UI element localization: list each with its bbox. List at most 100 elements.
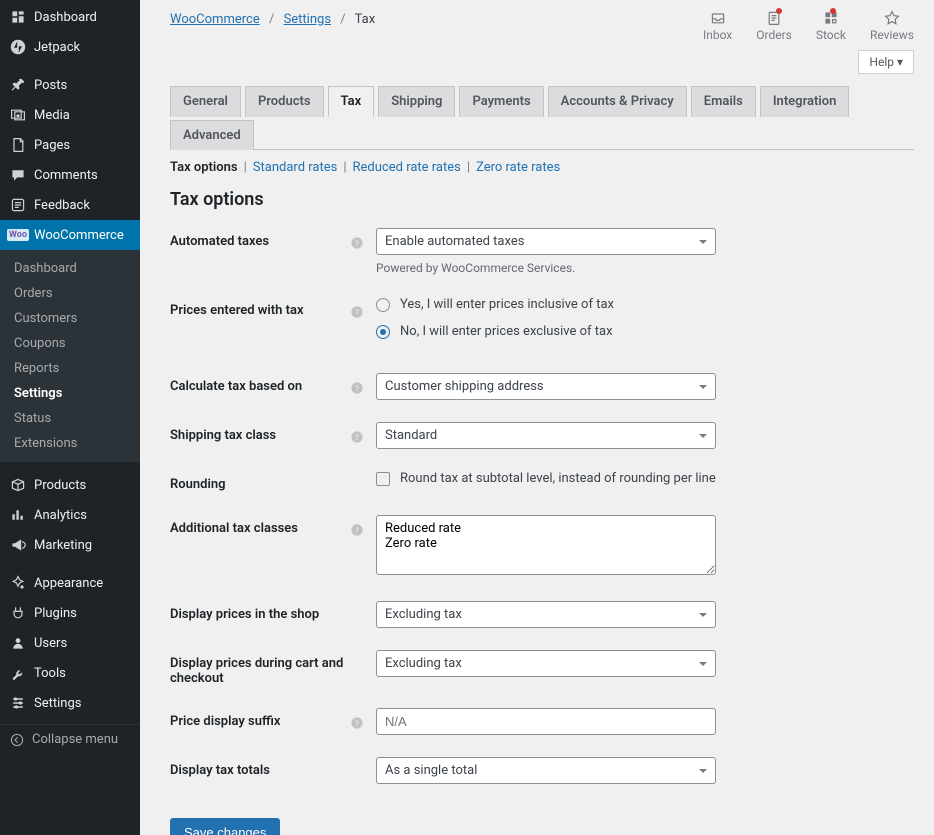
sidebar-item-woocommerce[interactable]: WooWooCommerce [0, 220, 140, 250]
sidebar-item-users[interactable]: Users [0, 628, 140, 658]
sidebar-item-comments[interactable]: Comments [0, 160, 140, 190]
sidebar-item-appearance[interactable]: Appearance [0, 568, 140, 598]
radio-exclusive[interactable]: No, I will enter prices exclusive of tax [376, 324, 716, 339]
tab-accounts-privacy[interactable]: Accounts & Privacy [548, 86, 687, 117]
collapse-menu[interactable]: Collapse menu [0, 724, 140, 754]
dashboard-icon [10, 9, 26, 25]
sidebar-item-feedback[interactable]: Feedback [0, 190, 140, 220]
breadcrumb-settings[interactable]: Settings [284, 12, 331, 27]
svg-text:?: ? [355, 433, 359, 442]
settings-tabs: GeneralProductsTaxShippingPaymentsAccoun… [170, 86, 914, 150]
marketing-icon [10, 537, 26, 553]
sidebar-item-tools[interactable]: Tools [0, 658, 140, 688]
topbar-inbox[interactable]: Inbox [703, 10, 732, 42]
sidebar-sub-customers[interactable]: Customers [0, 306, 140, 331]
help-icon[interactable]: ? [350, 430, 364, 444]
label-display-tax-totals: Display tax totals [170, 757, 350, 778]
sidebar-item-products[interactable]: Products [0, 470, 140, 500]
display-shop-select[interactable]: Excluding tax [376, 601, 716, 628]
tab-payments[interactable]: Payments [459, 86, 543, 117]
tab-integration[interactable]: Integration [760, 86, 850, 117]
sidebar-item-analytics[interactable]: Analytics [0, 500, 140, 530]
svg-text:?: ? [355, 308, 359, 317]
sidebar-sub-settings[interactable]: Settings [0, 381, 140, 406]
help-tab[interactable]: Help ▾ [858, 50, 914, 74]
svg-text:?: ? [355, 526, 359, 535]
sidebar-item-dashboard[interactable]: Dashboard [0, 2, 140, 32]
tab-products[interactable]: Products [245, 86, 324, 117]
tab-emails[interactable]: Emails [691, 86, 756, 117]
breadcrumb-woocommerce[interactable]: WooCommerce [170, 12, 260, 27]
plugins-icon [10, 605, 26, 621]
sidebar-item-settings[interactable]: Settings [0, 688, 140, 718]
sidebar-item-label: Appearance [34, 576, 103, 591]
label-prices-entered: Prices entered with tax [170, 297, 350, 318]
automated-taxes-select[interactable]: Enable automated taxes [376, 228, 716, 255]
tab-shipping[interactable]: Shipping [378, 86, 455, 117]
sidebar-sub-reports[interactable]: Reports [0, 356, 140, 381]
collapse-label: Collapse menu [32, 732, 118, 747]
media-icon [10, 107, 26, 123]
sidebar-item-label: Tools [34, 666, 66, 681]
subnav-tax-options[interactable]: Tax options [170, 160, 238, 175]
tab-general[interactable]: General [170, 86, 241, 117]
label-display-cart: Display prices during cart and checkout [170, 650, 350, 686]
sidebar-item-label: Pages [34, 138, 70, 153]
collapse-icon [10, 733, 24, 747]
display-tax-totals-select[interactable]: As a single total [376, 757, 716, 784]
shipping-tax-class-select[interactable]: Standard [376, 422, 716, 449]
sidebar-item-label: Settings [34, 696, 81, 711]
sidebar-item-marketing[interactable]: Marketing [0, 530, 140, 560]
topbar-reviews[interactable]: Reviews [870, 10, 914, 42]
display-cart-select[interactable]: Excluding tax [376, 650, 716, 677]
inbox-icon [710, 10, 726, 26]
help-icon[interactable]: ? [350, 236, 364, 250]
sidebar-item-label: Media [34, 108, 70, 123]
help-icon[interactable]: ? [350, 381, 364, 395]
rounding-checkbox[interactable]: Round tax at subtotal level, instead of … [376, 471, 716, 486]
sidebar-sub-extensions[interactable]: Extensions [0, 431, 140, 456]
sidebar-item-posts[interactable]: Posts [0, 70, 140, 100]
subnav-reduced-rate-rates[interactable]: Reduced rate rates [353, 160, 461, 175]
sidebar-item-pages[interactable]: Pages [0, 130, 140, 160]
reviews-icon [884, 10, 900, 26]
help-icon[interactable]: ? [350, 716, 364, 730]
label-automated-taxes: Automated taxes [170, 228, 350, 249]
additional-tax-classes-textarea[interactable] [376, 515, 716, 575]
sidebar-sub-coupons[interactable]: Coupons [0, 331, 140, 356]
topbar-orders[interactable]: Orders [756, 10, 792, 42]
label-display-shop: Display prices in the shop [170, 601, 350, 622]
topbar-stock[interactable]: Stock [816, 10, 846, 42]
settings-icon [10, 695, 26, 711]
sidebar-item-media[interactable]: Media [0, 100, 140, 130]
products-icon [10, 477, 26, 493]
subnav-standard-rates[interactable]: Standard rates [253, 160, 338, 175]
users-icon [10, 635, 26, 651]
sidebar-item-label: Analytics [34, 508, 87, 523]
tab-advanced[interactable]: Advanced [170, 120, 254, 150]
subnav-zero-rate-rates[interactable]: Zero rate rates [476, 160, 560, 175]
label-calculate-tax: Calculate tax based on [170, 373, 350, 394]
label-price-suffix: Price display suffix [170, 708, 350, 729]
save-changes-button[interactable]: Save changes [170, 818, 280, 835]
comments-icon [10, 167, 26, 183]
sidebar-sub-status[interactable]: Status [0, 406, 140, 431]
sidebar-item-label: Jetpack [34, 40, 80, 55]
tab-tax[interactable]: Tax [328, 86, 375, 117]
calculate-tax-select[interactable]: Customer shipping address [376, 373, 716, 400]
analytics-icon [10, 507, 26, 523]
sidebar-sub-dashboard[interactable]: Dashboard [0, 256, 140, 281]
sidebar-item-label: Comments [34, 168, 98, 183]
sidebar-item-label: Posts [34, 78, 67, 93]
sidebar-item-jetpack[interactable]: Jetpack [0, 32, 140, 62]
help-icon[interactable]: ? [350, 523, 364, 537]
page-title: Tax options [170, 189, 914, 210]
radio-inclusive[interactable]: Yes, I will enter prices inclusive of ta… [376, 297, 716, 312]
sidebar-sub-orders[interactable]: Orders [0, 281, 140, 306]
sidebar-item-label: Products [34, 478, 86, 493]
breadcrumb-current: Tax [355, 12, 376, 27]
sidebar-item-plugins[interactable]: Plugins [0, 598, 140, 628]
price-suffix-input[interactable] [376, 708, 716, 735]
woo-icon: Woo [10, 227, 26, 243]
help-icon[interactable]: ? [350, 305, 364, 319]
